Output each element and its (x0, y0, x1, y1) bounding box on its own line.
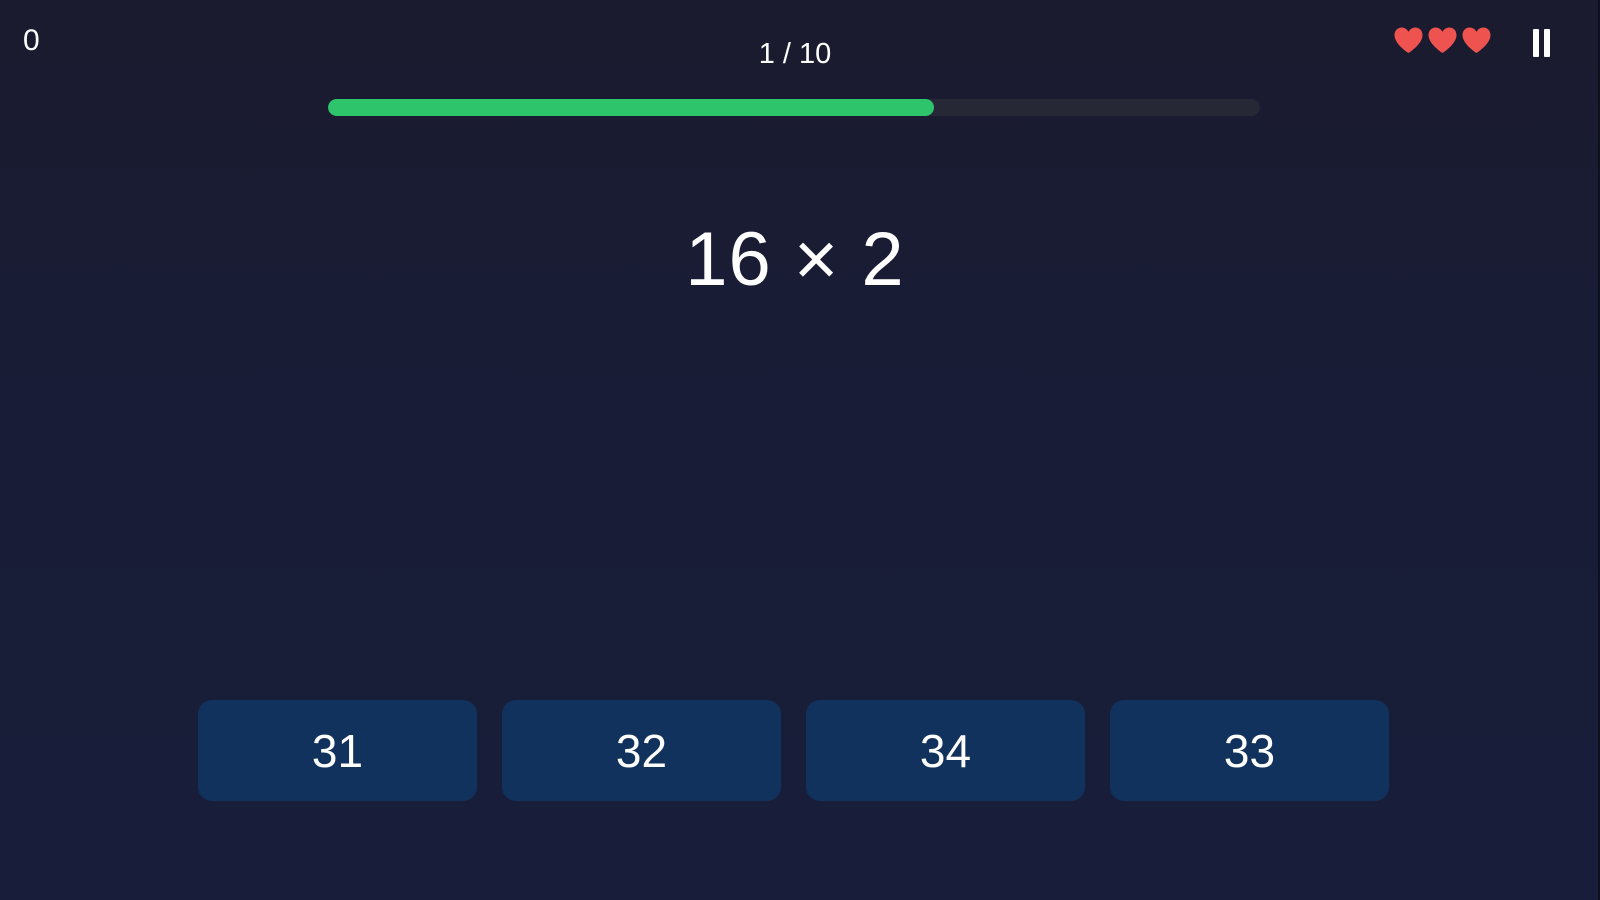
timer-progress-fill (328, 99, 934, 116)
answer-button-1[interactable]: 31 (198, 700, 477, 801)
heart-icon (1394, 27, 1423, 54)
pause-icon (1532, 29, 1539, 57)
question-counter: 1 / 10 (758, 38, 832, 70)
answer-options: 31 32 34 33 (198, 700, 1389, 801)
heart-icon (1428, 27, 1457, 54)
question-text: 16 × 2 (685, 217, 905, 302)
answer-button-3[interactable]: 34 (806, 700, 1085, 801)
answer-button-4[interactable]: 33 (1110, 700, 1389, 801)
timer-progress-bar (328, 99, 1260, 116)
heart-icon (1462, 27, 1491, 54)
pause-button[interactable] (1526, 26, 1556, 60)
answer-button-2[interactable]: 32 (502, 700, 781, 801)
lives-indicator (1393, 26, 1492, 54)
pause-icon (1543, 29, 1550, 57)
